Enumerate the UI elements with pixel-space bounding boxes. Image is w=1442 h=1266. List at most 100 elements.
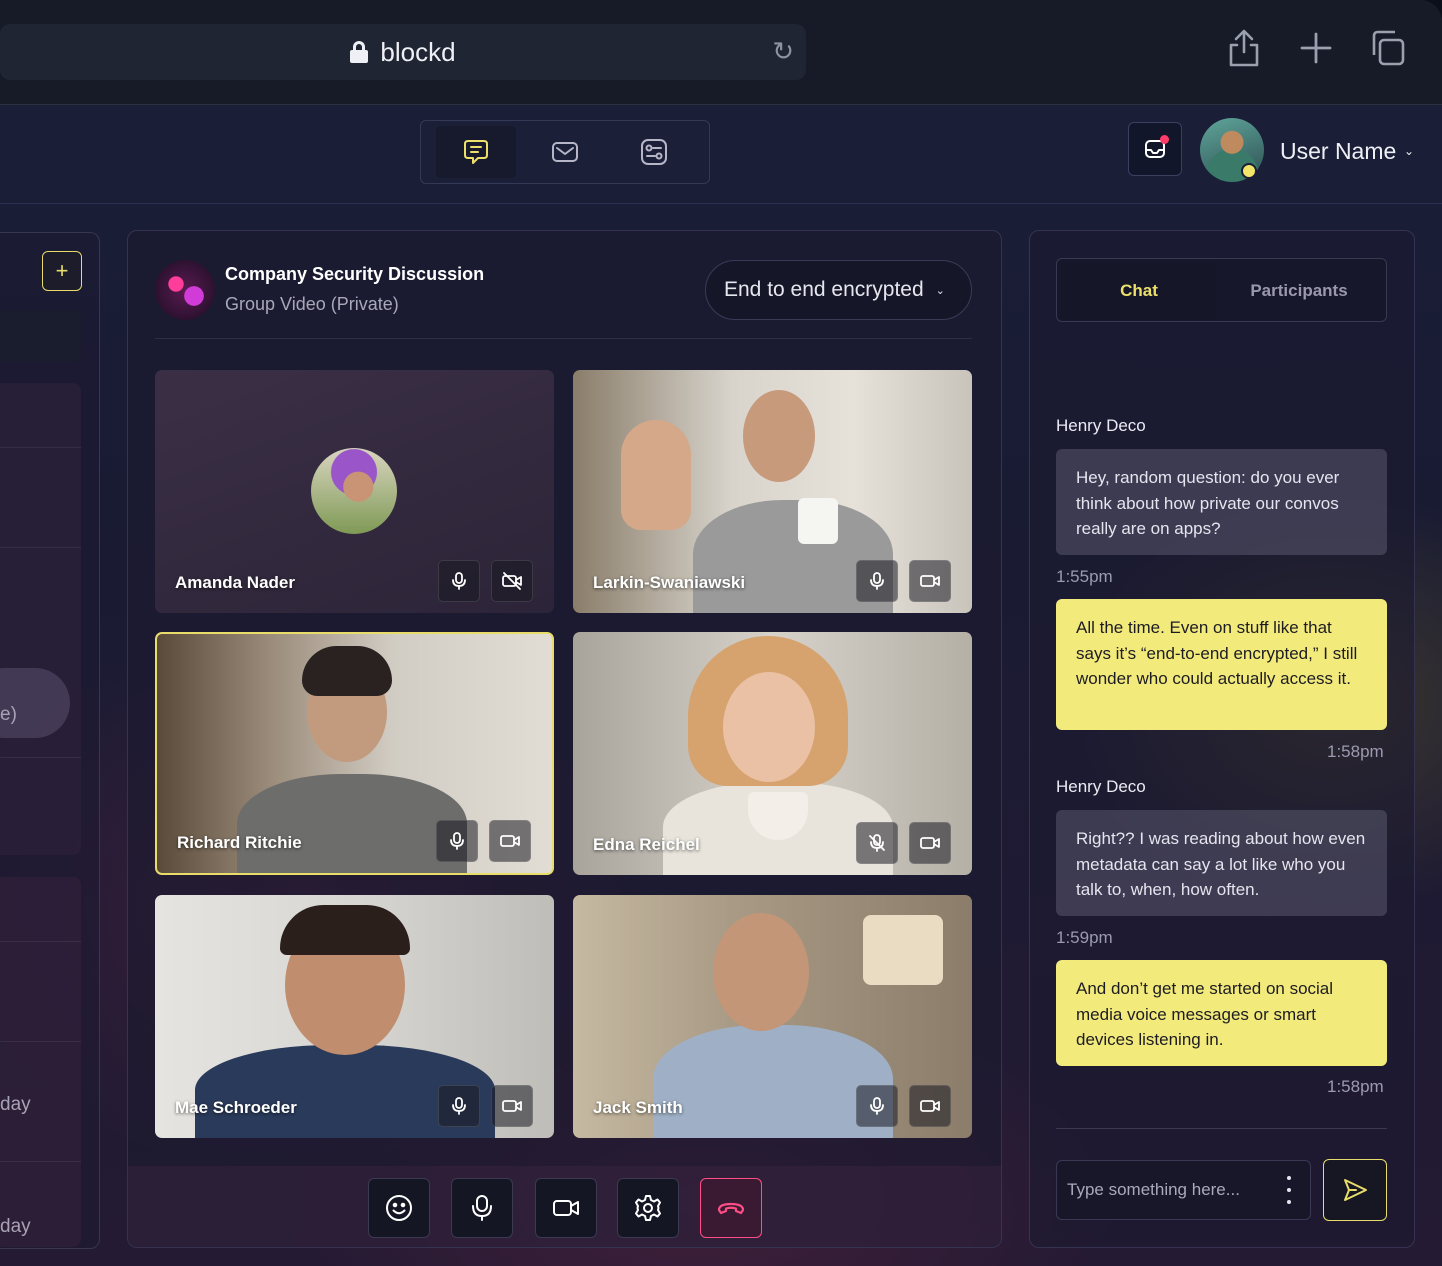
mic-toggle[interactable]: [438, 560, 480, 602]
participant-tile[interactable]: Richard Ritchie: [155, 632, 554, 875]
microphone-icon: [472, 1195, 492, 1221]
list-divider: [0, 1041, 81, 1042]
lock-icon: [350, 41, 369, 63]
camera-toggle[interactable]: [909, 822, 951, 864]
camera-toggle[interactable]: [909, 1085, 951, 1127]
participant-tile[interactable]: Jack Smith: [573, 895, 972, 1138]
list-item-fragment: day: [0, 1216, 31, 1237]
settings-list-icon: [641, 139, 668, 165]
app-window: blockd ↻ User Name ⌄ + e) day day Compan…: [0, 0, 1442, 1266]
nav-tab-settings[interactable]: [614, 126, 694, 178]
microphone-button[interactable]: [451, 1178, 513, 1238]
conversation-title: Company Security Discussion: [225, 264, 485, 284]
camera-toggle[interactable]: [489, 820, 531, 862]
tabs-icon[interactable]: [1370, 28, 1406, 68]
video-feed: [237, 774, 467, 873]
app-header: User Name ⌄: [0, 106, 1442, 204]
video-camera-icon: [920, 575, 940, 587]
encryption-dropdown[interactable]: End to end encrypted ⌄: [705, 260, 972, 320]
add-conversation-button[interactable]: +: [42, 251, 82, 291]
message-timestamp: 1:58pm: [1327, 1077, 1384, 1096]
mic-toggle[interactable]: [856, 560, 898, 602]
video-feed: [280, 905, 410, 955]
emoji-button[interactable]: [368, 1178, 430, 1238]
end-call-button[interactable]: [700, 1178, 762, 1238]
microphone-icon: [450, 832, 464, 850]
new-tab-icon[interactable]: [1298, 28, 1334, 68]
video-feed: [621, 420, 691, 530]
nav-tab-mail[interactable]: [525, 126, 605, 178]
share-icon[interactable]: [1226, 28, 1262, 68]
mic-toggle[interactable]: [436, 820, 478, 862]
participant-name: Larkin-Swaniawski: [593, 573, 746, 592]
video-camera-icon: [920, 1100, 940, 1112]
tab-participants[interactable]: Participants: [1221, 263, 1377, 319]
microphone-icon: [870, 1097, 884, 1115]
browser-toolbar: blockd ↻: [0, 0, 1442, 105]
participant-name: Edna Reichel: [593, 835, 700, 854]
encryption-label: End to end encrypted: [724, 278, 924, 301]
video-camera-icon: [500, 835, 520, 847]
chevron-down-icon[interactable]: ⌄: [1404, 144, 1414, 158]
message-timestamp: 1:59pm: [1056, 928, 1113, 947]
address-bar[interactable]: blockd ↻: [0, 24, 806, 80]
microphone-icon: [870, 572, 884, 590]
list-item-fragment: day: [0, 1094, 31, 1115]
send-button[interactable]: [1323, 1159, 1387, 1221]
url-text: blockd: [380, 36, 456, 67]
participant-tile[interactable]: Mae Schroeder: [155, 895, 554, 1138]
message-bubble-outgoing: All the time. Even on stuff like that sa…: [1056, 599, 1387, 730]
divider: [1056, 1128, 1387, 1129]
video-feed: [798, 498, 838, 544]
message-sender: Henry Deco: [1056, 416, 1146, 435]
user-name[interactable]: User Name: [1280, 138, 1396, 165]
list-divider: [0, 547, 81, 548]
reload-icon[interactable]: ↻: [772, 38, 794, 64]
camera-toggle[interactable]: [909, 560, 951, 602]
list-divider: [0, 941, 81, 942]
main-nav: [420, 120, 710, 184]
chevron-down-icon: ⌄: [935, 284, 945, 297]
message-bubble-incoming: Hey, random question: do you ever think …: [1056, 449, 1387, 555]
notification-dot: [1160, 135, 1169, 144]
search-input[interactable]: [0, 310, 81, 362]
microphone-off-icon: [869, 834, 885, 852]
message-bubble-outgoing: And don’t get me started on social media…: [1056, 960, 1387, 1066]
participant-name: Amanda Nader: [175, 573, 295, 592]
conversation-subtitle: Group Video (Private): [225, 294, 399, 314]
participant-tile[interactable]: Larkin-Swaniawski: [573, 370, 972, 613]
microphone-icon: [452, 572, 466, 590]
list-item[interactable]: [0, 668, 70, 738]
mic-toggle[interactable]: [856, 822, 898, 864]
mic-toggle[interactable]: [856, 1085, 898, 1127]
mic-toggle[interactable]: [438, 1085, 480, 1127]
message-sender: Henry Deco: [1056, 777, 1146, 796]
online-status-dot: [1241, 163, 1257, 179]
video-feed: [302, 646, 392, 696]
video-button[interactable]: [535, 1178, 597, 1238]
tab-chat[interactable]: Chat: [1061, 263, 1217, 319]
chat-tabs: Chat Participants: [1056, 258, 1387, 322]
participant-name: Mae Schroeder: [175, 1098, 297, 1117]
video-camera-icon: [920, 837, 940, 849]
gear-icon: [635, 1195, 661, 1221]
video-off-icon: [502, 572, 522, 590]
participant-name: Jack Smith: [593, 1098, 683, 1117]
message-timestamp: 1:55pm: [1056, 567, 1113, 586]
list-item-fragment: e): [0, 704, 17, 725]
video-feed: [863, 915, 943, 985]
message-input[interactable]: Type something here...: [1056, 1160, 1311, 1220]
message-bubble-incoming: Right?? I was reading about how even met…: [1056, 810, 1387, 916]
camera-toggle[interactable]: [491, 1085, 533, 1127]
participant-tile[interactable]: Amanda Nader: [155, 370, 554, 613]
chat-icon: [463, 140, 488, 164]
settings-button[interactable]: [617, 1178, 679, 1238]
more-options-icon[interactable]: [1284, 1176, 1294, 1204]
participant-tile[interactable]: Edna Reichel: [573, 632, 972, 875]
notifications-button[interactable]: [1128, 122, 1182, 176]
video-feed: [723, 672, 815, 782]
camera-toggle[interactable]: [491, 560, 533, 602]
mail-icon: [551, 142, 578, 162]
nav-tab-chat[interactable]: [435, 126, 516, 178]
conversation-list-secondary: [0, 877, 81, 1247]
